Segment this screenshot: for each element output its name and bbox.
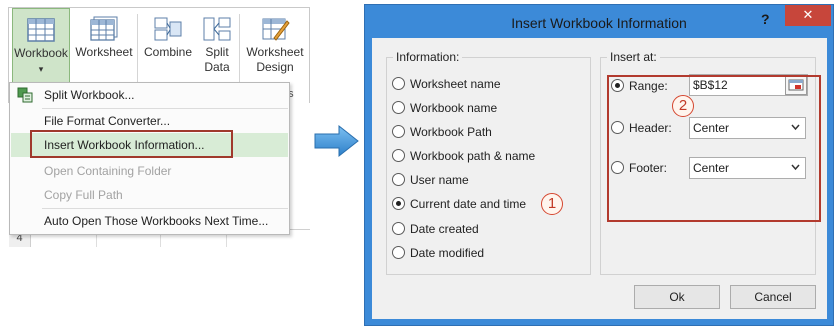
radio-button[interactable] xyxy=(392,101,405,115)
right-arrow-icon xyxy=(314,124,359,158)
insert-at-group-title: Insert at: xyxy=(607,50,660,64)
radio-label: Worksheet name xyxy=(410,77,501,91)
combine-label: Combine xyxy=(143,45,193,59)
combine-icon xyxy=(154,17,182,41)
radio-label: Current date and time xyxy=(410,197,527,211)
menu-item-auto-open-workbooks[interactable]: Auto Open Those Workbooks Next Time... xyxy=(11,209,288,233)
radio-button[interactable] xyxy=(392,246,405,260)
worksheet-design-label-line1: Worksheet xyxy=(246,45,304,59)
menu-item-label: Split Workbook... xyxy=(44,88,135,102)
worksheet-grid-icon xyxy=(90,16,118,41)
workbook-dropdown-menu: Split Workbook... File Format Converter.… xyxy=(9,82,290,235)
split-workbook-icon xyxy=(17,87,33,103)
split-data-label-line1: Split xyxy=(205,45,229,59)
radio-worksheet-name[interactable]: Worksheet name xyxy=(392,75,501,93)
radio-button[interactable] xyxy=(392,77,405,91)
radio-workbook-path-and-name[interactable]: Workbook path & name xyxy=(392,147,535,165)
workbook-label: Workbook xyxy=(14,46,68,60)
radio-user-name[interactable]: User name xyxy=(392,171,469,189)
split-data-icon xyxy=(203,17,231,41)
radio-workbook-name[interactable]: Workbook name xyxy=(392,99,497,117)
menu-item-copy-full-path: Copy Full Path xyxy=(11,183,288,207)
dialog-body: Information: Worksheet name Workbook nam… xyxy=(372,38,827,319)
annotation-badge-1: 1 xyxy=(541,193,563,215)
worksheet-design-icon xyxy=(262,18,290,41)
menu-item-label: Open Containing Folder xyxy=(44,164,172,178)
radio-button[interactable] xyxy=(392,222,405,236)
radio-label: Workbook path & name xyxy=(410,149,536,163)
radio-button[interactable] xyxy=(392,173,405,187)
workbook-caret: ▾ xyxy=(38,64,44,74)
workbook-grid-icon xyxy=(27,18,55,42)
radio-button-checked[interactable] xyxy=(392,197,405,211)
ribbon-separator xyxy=(239,14,240,92)
radio-button[interactable] xyxy=(392,149,405,163)
split-data-label-line2: Data xyxy=(204,60,230,74)
help-button[interactable]: ? xyxy=(761,11,770,27)
radio-label: Date modified xyxy=(410,246,485,260)
radio-date-modified[interactable]: Date modified xyxy=(392,244,484,262)
close-button[interactable]: ✕ xyxy=(785,5,831,26)
worksheet-design-label-line2: Design xyxy=(256,60,294,74)
radio-workbook-path[interactable]: Workbook Path xyxy=(392,123,492,141)
radio-label: Workbook Path xyxy=(410,125,492,139)
menu-item-label: File Format Converter... xyxy=(44,114,171,128)
insert-workbook-information-dialog: Insert Workbook Information ? ✕ Informat… xyxy=(364,4,834,326)
cancel-button[interactable]: Cancel xyxy=(730,285,816,309)
menu-item-open-containing-folder: Open Containing Folder xyxy=(11,159,288,183)
radio-current-date-and-time[interactable]: Current date and time xyxy=(392,195,526,213)
menu-item-label: Auto Open Those Workbooks Next Time... xyxy=(44,214,269,228)
close-icon: ✕ xyxy=(802,7,814,22)
worksheet-label: Worksheet xyxy=(75,45,133,59)
radio-label: Workbook name xyxy=(410,101,498,115)
information-group-title: Information: xyxy=(393,50,463,64)
radio-button[interactable] xyxy=(392,125,405,139)
radio-label: Date created xyxy=(410,222,479,236)
ok-button[interactable]: Ok xyxy=(634,285,720,309)
menu-item-split-workbook[interactable]: Split Workbook... xyxy=(11,83,288,107)
ribbon-separator xyxy=(137,14,138,92)
insert-at-highlight-box xyxy=(607,75,821,222)
radio-date-created[interactable]: Date created xyxy=(392,220,479,238)
menu-item-label: Copy Full Path xyxy=(44,188,123,202)
menu-highlight-box xyxy=(30,130,233,158)
annotation-badge-2: 2 xyxy=(672,95,694,117)
radio-label: User name xyxy=(410,173,469,187)
